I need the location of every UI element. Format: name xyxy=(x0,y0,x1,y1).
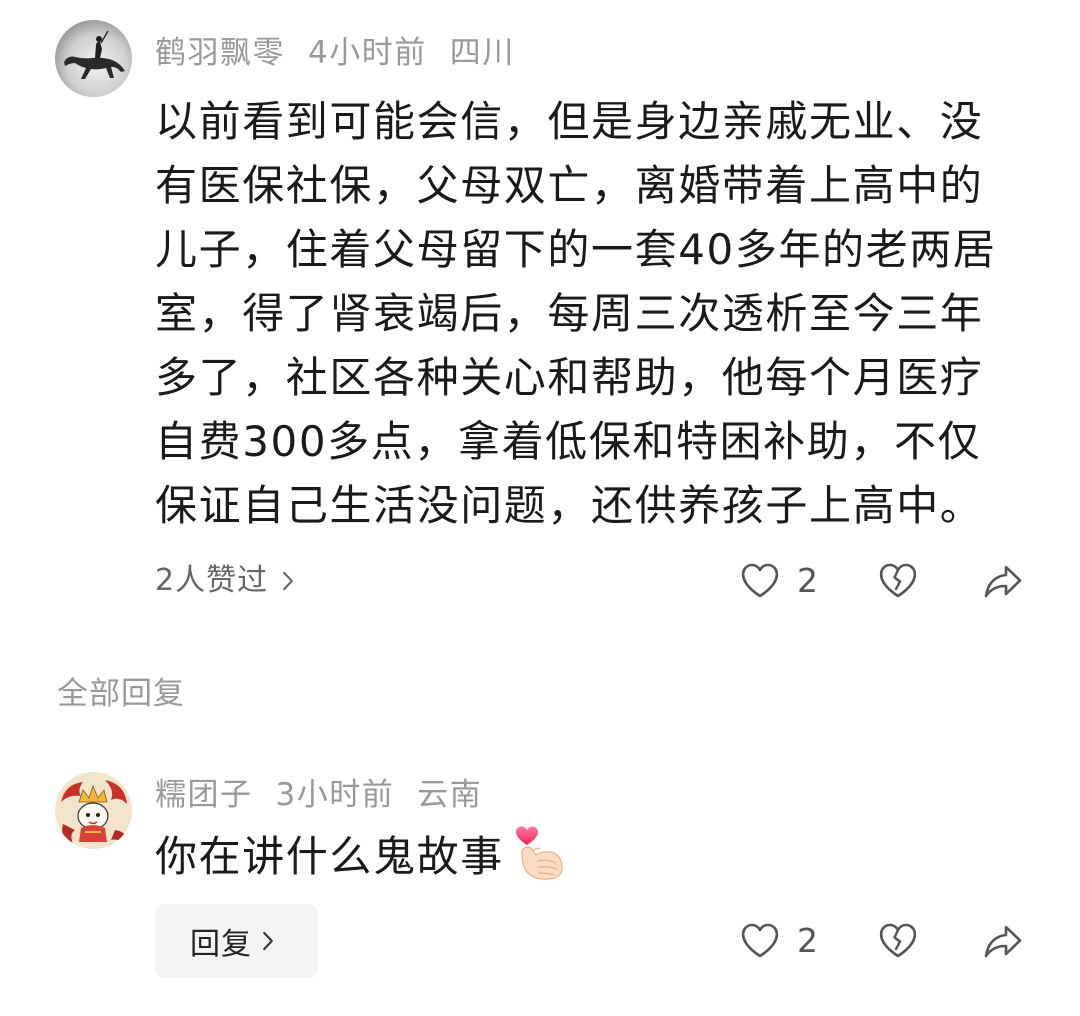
heart-icon xyxy=(741,923,779,958)
dislike-button[interactable] xyxy=(878,921,918,961)
reply-actions: 2 xyxy=(0,921,1080,961)
avatar-cartoon-image xyxy=(55,772,132,849)
broken-heart-icon xyxy=(879,563,917,598)
like-button[interactable] xyxy=(740,561,780,601)
heart-icon xyxy=(741,563,779,598)
like-count: 2 xyxy=(797,561,818,600)
share-button[interactable] xyxy=(983,561,1023,601)
location: 四川 xyxy=(449,35,515,71)
like-count: 2 xyxy=(797,921,818,960)
avatar-horse-rider-image xyxy=(55,20,132,97)
avatar[interactable] xyxy=(55,772,132,849)
avatar[interactable] xyxy=(55,20,132,97)
dislike-button[interactable] xyxy=(878,561,918,601)
comment-meta: 鹤羽飘零 4小时前 四川 xyxy=(155,33,515,73)
timestamp: 4小时前 xyxy=(308,35,427,71)
comment-text-line: 保证自己生活没问题，还供养孩子上高中。 xyxy=(155,481,984,530)
reply-body[interactable]: 你在讲什么鬼故事 xyxy=(155,821,564,885)
comment-thread: 鹤羽飘零 4小时前 四川 以前看到可能会信，但是身边亲戚无业、没 有医保社保，父… xyxy=(0,0,1080,1016)
comment-text-line: 自费300多点，拿着低保和特困补助，不仅 xyxy=(155,417,982,466)
broken-heart-icon xyxy=(879,923,917,958)
like-button[interactable] xyxy=(740,921,780,961)
comment-body[interactable]: 以前看到可能会信，但是身边亲戚无业、没 有医保社保，父母双亡，离婚带着上高中的 … xyxy=(155,90,996,538)
reply-meta: 糯团子 3小时前 云南 xyxy=(155,775,482,815)
comment-text-line: 室，得了肾衰竭后，每周三次透析至今三年 xyxy=(155,289,984,338)
location: 云南 xyxy=(417,777,483,813)
comment-text-line: 儿子，住着父母留下的一套40多年的老两居 xyxy=(155,225,997,274)
replies-header: 全部回复 xyxy=(57,676,185,712)
username[interactable]: 糯团子 xyxy=(155,775,253,815)
finger-heart-emoji xyxy=(512,825,564,881)
reply-text: 你在讲什么鬼故事 xyxy=(155,831,504,881)
comment-text-line: 以前看到可能会信，但是身边亲戚无业、没 xyxy=(155,97,984,146)
comment-actions: 2 xyxy=(0,561,1080,601)
share-icon xyxy=(984,565,1022,598)
share-button[interactable] xyxy=(983,921,1023,961)
comment-text-line: 有医保社保，父母双亡，离婚带着上高中的 xyxy=(155,161,984,210)
comment-text-line: 多了，社区各种关心和帮助，他每个月医疗 xyxy=(155,353,984,402)
share-icon xyxy=(984,925,1022,958)
timestamp: 3小时前 xyxy=(275,777,395,813)
username[interactable]: 鹤羽飘零 xyxy=(155,33,285,73)
